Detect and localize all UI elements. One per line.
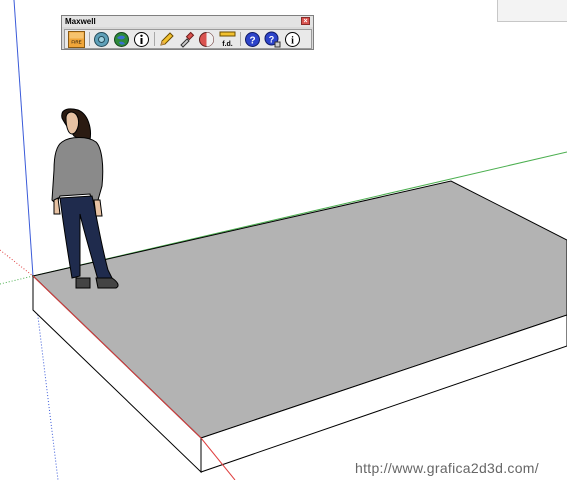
blue-axis-solid (13, 0, 34, 277)
help-button[interactable]: ? (244, 31, 261, 48)
toolbar-separator (154, 32, 155, 46)
focus-distance-icon: f.d. (222, 41, 233, 48)
about-icon: i (291, 36, 294, 47)
watermark-url: http://www.grafica2d3d.com/ (355, 460, 539, 476)
about-button[interactable]: i (284, 31, 301, 48)
pencil-button[interactable] (158, 31, 175, 48)
red-axis-dashed (0, 249, 34, 277)
toolbar-title: Maxwell (65, 17, 96, 26)
environment-button[interactable] (113, 31, 130, 48)
toolbar-separator (89, 32, 90, 46)
fire-icon: FIRE (71, 40, 81, 45)
fire-button[interactable]: FIRE (68, 31, 85, 48)
3d-viewport[interactable] (0, 0, 567, 480)
close-button[interactable]: × (301, 17, 310, 25)
toolbar-buttons: FIRE f.d. ? ? i (64, 29, 312, 49)
top-right-panel (497, 0, 567, 22)
eyedropper-icon (180, 38, 190, 48)
maxwell-toolbar[interactable]: Maxwell × FIRE f.d. ? ? i (61, 15, 314, 50)
eyedropper-button[interactable] (178, 31, 195, 48)
help-search-button[interactable]: ? (264, 31, 281, 48)
focus-distance-button[interactable]: f.d. (219, 31, 236, 48)
toolbar-titlebar[interactable]: Maxwell × (62, 16, 313, 27)
material-sphere-button[interactable] (198, 31, 215, 48)
help-icon: ? (249, 36, 255, 47)
help-search-icon: ? (269, 35, 275, 45)
material-editor-button[interactable] (93, 31, 110, 48)
green-axis-dashed (0, 275, 34, 285)
slab-top-face[interactable] (31, 180, 567, 439)
object-info-button[interactable] (133, 31, 150, 48)
toolbar-separator (240, 32, 241, 46)
